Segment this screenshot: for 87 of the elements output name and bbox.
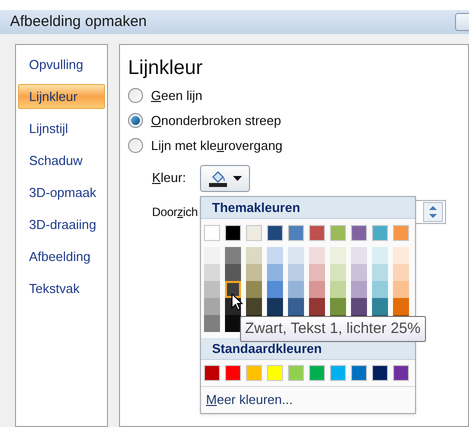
color-swatch[interactable] xyxy=(372,264,388,281)
sidebar-item[interactable]: Afbeelding xyxy=(18,244,105,269)
caret-down-icon xyxy=(232,176,242,180)
radio-label: Lijn met kleurovergang xyxy=(151,136,283,155)
color-swatch[interactable] xyxy=(351,298,367,315)
color-swatch[interactable] xyxy=(351,225,367,241)
color-swatch[interactable] xyxy=(288,365,304,381)
color-swatch[interactable] xyxy=(309,281,325,298)
color-swatch[interactable] xyxy=(246,225,262,241)
color-swatch[interactable] xyxy=(267,365,283,381)
color-swatch[interactable] xyxy=(288,281,304,298)
color-swatch[interactable] xyxy=(246,281,262,298)
color-swatch[interactable] xyxy=(309,365,325,381)
color-swatch[interactable] xyxy=(225,225,241,241)
radio-label: Ononderbroken streep xyxy=(151,112,282,130)
color-swatch[interactable] xyxy=(393,281,409,298)
color-swatch[interactable] xyxy=(309,247,325,264)
color-swatch[interactable] xyxy=(330,298,346,315)
color-swatch[interactable] xyxy=(267,281,283,298)
color-swatch[interactable] xyxy=(351,365,367,381)
sidebar-item[interactable]: Schaduw xyxy=(18,148,105,173)
color-swatch[interactable] xyxy=(225,247,241,264)
sidebar-item[interactable]: Tekstvak xyxy=(18,276,105,301)
color-swatch[interactable] xyxy=(225,315,241,332)
color-swatch[interactable] xyxy=(204,315,220,332)
sidebar-item[interactable]: 3D-opmaak xyxy=(18,180,105,205)
color-swatch[interactable] xyxy=(309,264,325,281)
radio-button[interactable] xyxy=(128,113,143,128)
mouse-pointer-icon xyxy=(231,293,243,311)
color-swatch[interactable] xyxy=(330,281,346,298)
color-label: Kleur: xyxy=(152,169,186,188)
color-swatch[interactable] xyxy=(267,298,283,315)
color-swatch[interactable] xyxy=(204,264,220,281)
color-swatch[interactable] xyxy=(393,247,409,264)
color-swatch[interactable] xyxy=(288,298,304,315)
color-swatch[interactable] xyxy=(309,298,325,315)
color-swatch[interactable] xyxy=(372,225,388,241)
radio-button[interactable] xyxy=(128,88,143,103)
color-swatch[interactable] xyxy=(393,264,409,281)
color-swatch[interactable] xyxy=(225,264,241,281)
color-swatch[interactable] xyxy=(246,264,262,281)
color-swatch[interactable] xyxy=(267,225,283,241)
color-swatch[interactable] xyxy=(204,298,220,315)
spinner-arrows-icon xyxy=(422,202,443,222)
color-swatch[interactable] xyxy=(330,264,346,281)
color-swatch[interactable] xyxy=(372,247,388,264)
color-swatch[interactable] xyxy=(204,365,220,381)
color-swatch[interactable] xyxy=(288,264,304,281)
color-swatch[interactable] xyxy=(372,365,388,381)
radio-button[interactable] xyxy=(128,138,143,153)
color-swatch[interactable] xyxy=(288,247,304,264)
paint-bucket-icon xyxy=(208,169,228,187)
sidebar-item[interactable]: 3D-draaiing xyxy=(18,212,105,237)
color-swatch[interactable] xyxy=(372,298,388,315)
color-swatch[interactable] xyxy=(351,281,367,298)
sidebar-item[interactable]: Lijnkleur xyxy=(18,84,105,109)
color-swatch[interactable] xyxy=(204,281,220,298)
tooltip: Zwart, Tekst 1, lichter 25% xyxy=(240,316,426,342)
color-swatch[interactable] xyxy=(246,365,262,381)
color-swatch[interactable] xyxy=(267,264,283,281)
color-swatch[interactable] xyxy=(246,298,262,315)
color-swatch[interactable] xyxy=(204,247,220,264)
window-title: Afbeelding opmaken xyxy=(10,12,147,32)
color-swatch[interactable] xyxy=(393,225,409,241)
color-swatch[interactable] xyxy=(330,365,346,381)
transparency-label: Doorzich xyxy=(152,204,198,221)
palette-section-header: Themakleuren xyxy=(201,197,415,219)
color-swatch[interactable] xyxy=(351,264,367,281)
color-swatch[interactable] xyxy=(351,247,367,264)
color-swatch[interactable] xyxy=(393,298,409,315)
section-heading: Lijnkleur xyxy=(128,56,204,81)
color-swatch[interactable] xyxy=(393,365,409,381)
color-swatch[interactable] xyxy=(372,281,388,298)
color-swatch[interactable] xyxy=(330,247,346,264)
color-swatch[interactable] xyxy=(309,225,325,241)
color-swatch[interactable] xyxy=(246,247,262,264)
color-picker-button[interactable] xyxy=(200,164,250,192)
color-swatch[interactable] xyxy=(225,365,241,381)
color-swatch[interactable] xyxy=(330,225,346,241)
more-colors-item[interactable]: Meer kleuren... xyxy=(201,387,415,413)
color-swatch[interactable] xyxy=(267,247,283,264)
color-swatch[interactable] xyxy=(288,225,304,241)
sidebar-item[interactable]: Lijnstijl xyxy=(18,116,105,141)
sidebar-item[interactable]: Opvulling xyxy=(18,52,105,77)
color-swatch[interactable] xyxy=(225,281,241,298)
radio-label: Geen lijn xyxy=(151,86,202,105)
color-swatch[interactable] xyxy=(204,225,220,241)
